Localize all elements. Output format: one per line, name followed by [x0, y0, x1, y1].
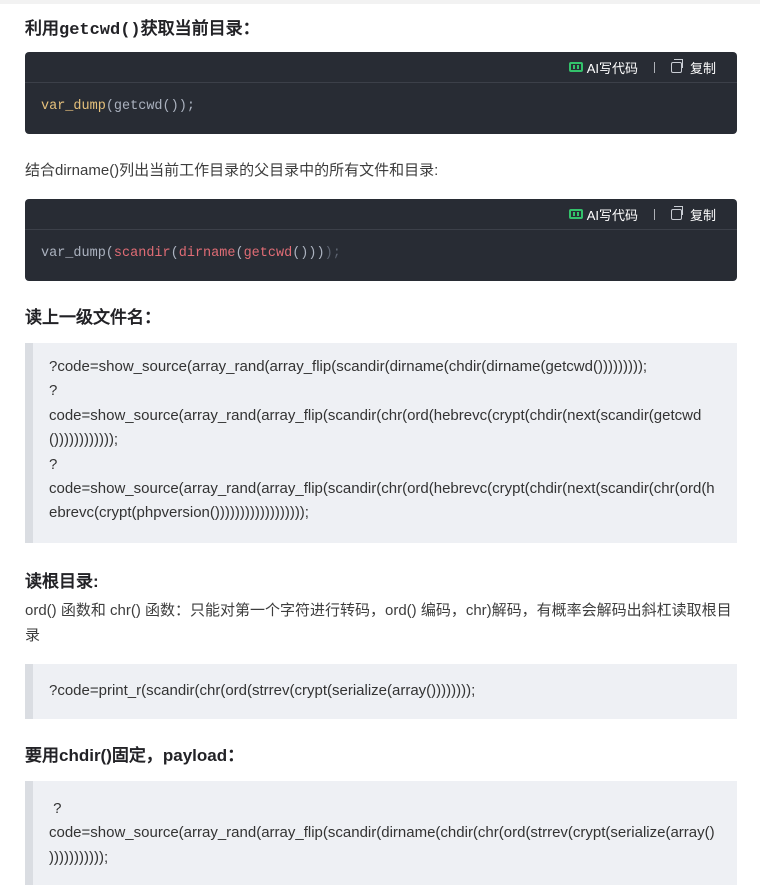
top-border	[0, 0, 760, 4]
quote-line: ?	[49, 382, 58, 400]
code-token: var_dump(	[41, 246, 114, 261]
paragraph-dirname: 结合dirname()列出当前工作目录的父目录中的所有文件和目录:	[25, 162, 439, 179]
quote-block-payload: ? code=show_source(array_rand(array_flip(…	[25, 781, 737, 885]
code-toolbar: AI写代码 复制	[25, 199, 737, 230]
code-token: var_dump	[41, 99, 106, 114]
toolbar-divider	[653, 61, 655, 73]
quote-line: code=show_source(array_rand(array_flip(s…	[49, 824, 719, 866]
ai-write-code-label: AI写代码	[586, 60, 638, 76]
code-line: var_dump(scandir(dirname(getcwd())));	[25, 230, 737, 280]
code-block: AI写代码 复制 var_dump(scandir(dirname(getcwd…	[25, 199, 737, 281]
section-heading-payload: 要用chdir()固定，payload：	[25, 746, 245, 765]
code-token: (	[170, 246, 179, 261]
code-token: );	[324, 246, 341, 261]
ai-write-code-button[interactable]: AI写代码	[568, 205, 638, 224]
copy-button[interactable]: 复制	[670, 58, 716, 77]
section-heading-parent-dir: 读上一级文件名：	[25, 308, 161, 327]
quote-line: code=show_source(array_rand(array_flip(s…	[49, 480, 715, 522]
code-token: ()))	[292, 246, 325, 261]
copy-icon	[670, 58, 683, 73]
copy-label: 复制	[689, 207, 716, 223]
code-token: (	[235, 246, 244, 261]
section-heading-root-dir: 读根目录:	[25, 572, 99, 591]
quote-line: ?	[49, 455, 58, 473]
code-token: getcwd	[243, 246, 293, 261]
section-heading-getcwd: 利用getcwd()获取当前目录：	[25, 19, 260, 40]
copy-label: 复制	[689, 60, 716, 76]
quote-block-root-dir: ?code=print_r(scandir(chr(ord(strrev(cry…	[25, 664, 737, 719]
code-token: (getcwd());	[105, 99, 195, 114]
code-block: AI写代码 复制 var_dump(getcwd());	[25, 52, 737, 134]
code-token: scandir	[113, 246, 171, 261]
code-line: var_dump(getcwd());	[25, 83, 737, 133]
article-content: 利用getcwd()获取当前目录： AI写代码 复制 var_dump(getc…	[0, 17, 760, 885]
paragraph-ord-chr: ord() 函数和 chr() 函数：只能对第一个字符进行转码，ord() 编码…	[25, 602, 732, 644]
quote-line: ?code=show_source(array_rand(array_flip(…	[49, 358, 648, 375]
quote-block-parent-dir: ? code=show_source(array_rand(array_flip(…	[25, 343, 737, 543]
copy-icon	[670, 205, 683, 220]
quote-line: ?code=print_r(scandir(chr(ord(strrev(cry…	[49, 682, 476, 699]
ai-icon	[568, 209, 583, 219]
quote-line: code=show_source(array_rand(array_flip(s…	[49, 406, 702, 449]
code-toolbar: AI写代码 复制	[25, 52, 737, 83]
code-token: dirname	[178, 246, 236, 261]
ai-write-code-button[interactable]: AI写代码	[568, 58, 638, 77]
inline-code: getcwd()	[59, 21, 141, 40]
ai-write-code-label: AI写代码	[586, 207, 638, 223]
ai-icon	[568, 62, 583, 72]
quote-line: ?	[49, 800, 62, 817]
toolbar-divider	[653, 208, 655, 220]
copy-button[interactable]: 复制	[670, 205, 716, 224]
